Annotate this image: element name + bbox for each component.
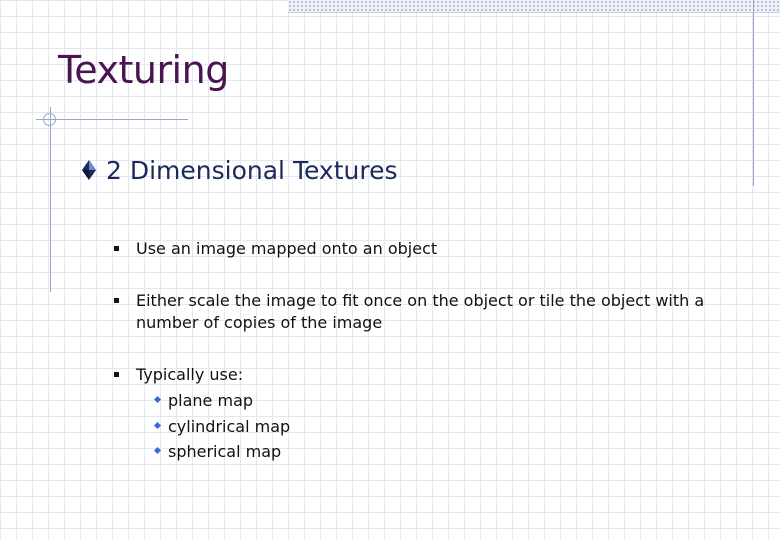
left-vertical-rule [50, 107, 51, 292]
bullet-item-3: Typically use: [136, 365, 244, 384]
diamond-bullet-icon [82, 160, 96, 180]
bullet-item-2-line-2: number of copies of the image [136, 313, 383, 332]
sub-item-cylindrical-map: cylindrical map [168, 417, 291, 436]
slide-title: Texturing [58, 48, 229, 92]
sub-diamond-bullet-icon [153, 446, 162, 455]
top-decor-band [288, 0, 780, 12]
slide-heading: 2 Dimensional Textures [106, 156, 398, 185]
rule-circle-ornament [43, 113, 56, 126]
sub-item-plane-map: plane map [168, 391, 254, 410]
title-underline-rule [36, 119, 188, 120]
square-bullet-icon [114, 372, 119, 377]
square-bullet-icon [114, 246, 119, 251]
top-decor-line [288, 12, 780, 13]
sub-diamond-bullet-icon [153, 395, 162, 404]
bullet-item-1: Use an image mapped onto an object [136, 239, 438, 258]
right-vertical-rule [753, 0, 754, 186]
sub-diamond-bullet-icon [153, 421, 162, 430]
bullet-item-2-line-1: Either scale the image to fit once on th… [136, 291, 705, 310]
square-bullet-icon [114, 298, 119, 303]
sub-item-spherical-map: spherical map [168, 442, 282, 461]
